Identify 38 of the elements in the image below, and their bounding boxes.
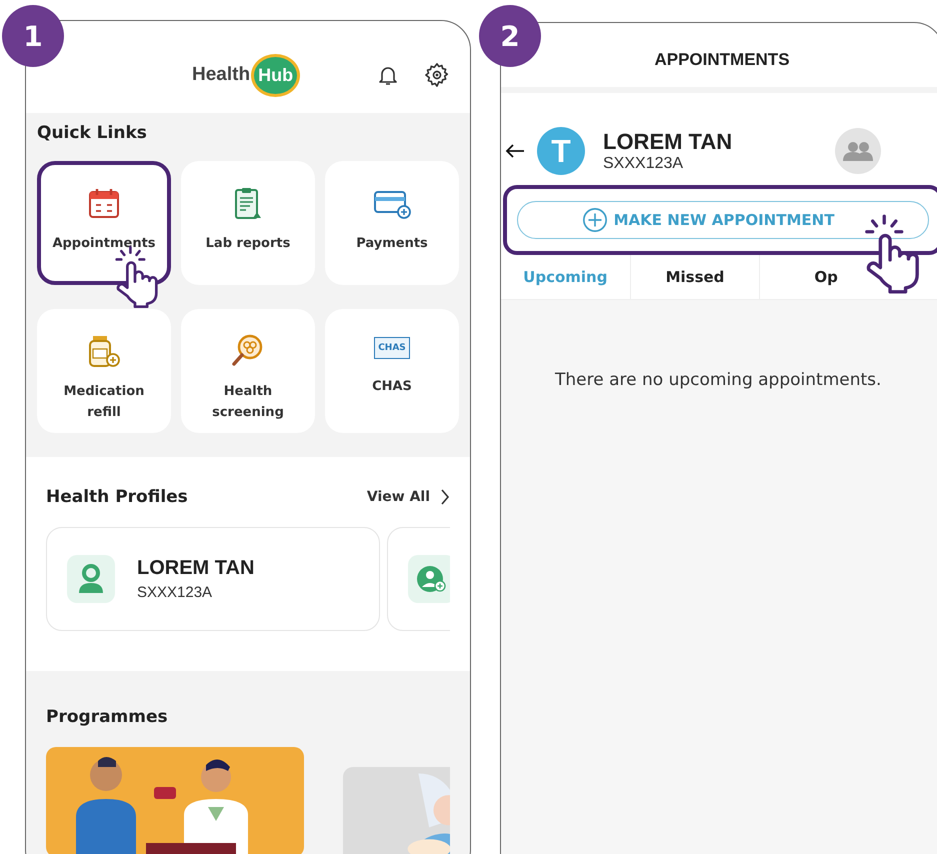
section-title: Health Profiles — [46, 487, 189, 507]
section-title: Quick Links — [37, 123, 148, 143]
tab[interactable]: Missed — [630, 255, 760, 299]
quick-link-tile[interactable]: Medication refill — [37, 309, 171, 433]
tile-label: Medication refill — [62, 383, 146, 422]
back-arrow-icon[interactable] — [505, 143, 525, 159]
plus-icon — [582, 207, 608, 233]
profile-id: SXXX123A — [137, 584, 214, 601]
people-icon[interactable] — [835, 128, 881, 174]
chas-tag-icon: CHAS — [374, 337, 410, 359]
add-profile-card[interactable] — [387, 527, 450, 631]
avatar: T — [537, 127, 585, 175]
profile-name: LOREM TAN — [603, 129, 732, 155]
section-title: Programmes — [46, 707, 169, 727]
tile-label: CHAS — [371, 378, 413, 396]
screen-title: APPOINTMENTS — [654, 50, 790, 70]
quick-link-tile[interactable]: Health screening — [181, 309, 315, 433]
chevron-right-icon[interactable] — [440, 488, 450, 506]
logo-badge: Hub — [251, 54, 300, 96]
view-all-link[interactable]: View All — [366, 489, 430, 505]
step-badge: 2 — [479, 5, 541, 67]
person-icon — [67, 555, 115, 603]
profile-card[interactable]: LOREM TAN SXXX123A — [46, 527, 380, 631]
add-person-icon — [408, 555, 450, 603]
tile-label: Lab reports — [204, 235, 292, 253]
logo-text: Health — [192, 64, 250, 86]
empty-message: There are no upcoming appointments. — [555, 370, 882, 390]
profile-id: SXXX123A — [603, 155, 684, 173]
tile-label: Appointments — [51, 235, 157, 253]
quick-link-tile[interactable]: CHAS CHAS — [325, 309, 459, 433]
quick-link-tile[interactable]: Lab reports — [181, 161, 315, 285]
quick-link-tile[interactable]: Appointments — [37, 161, 171, 285]
quick-link-tile[interactable]: Payments — [325, 161, 459, 285]
tile-label: Health screening — [211, 383, 285, 422]
step-badge: 1 — [2, 5, 64, 67]
tile-label: Payments — [355, 235, 429, 253]
profile-name: LOREM TAN — [137, 557, 254, 580]
tab[interactable]: Op — [759, 255, 937, 299]
